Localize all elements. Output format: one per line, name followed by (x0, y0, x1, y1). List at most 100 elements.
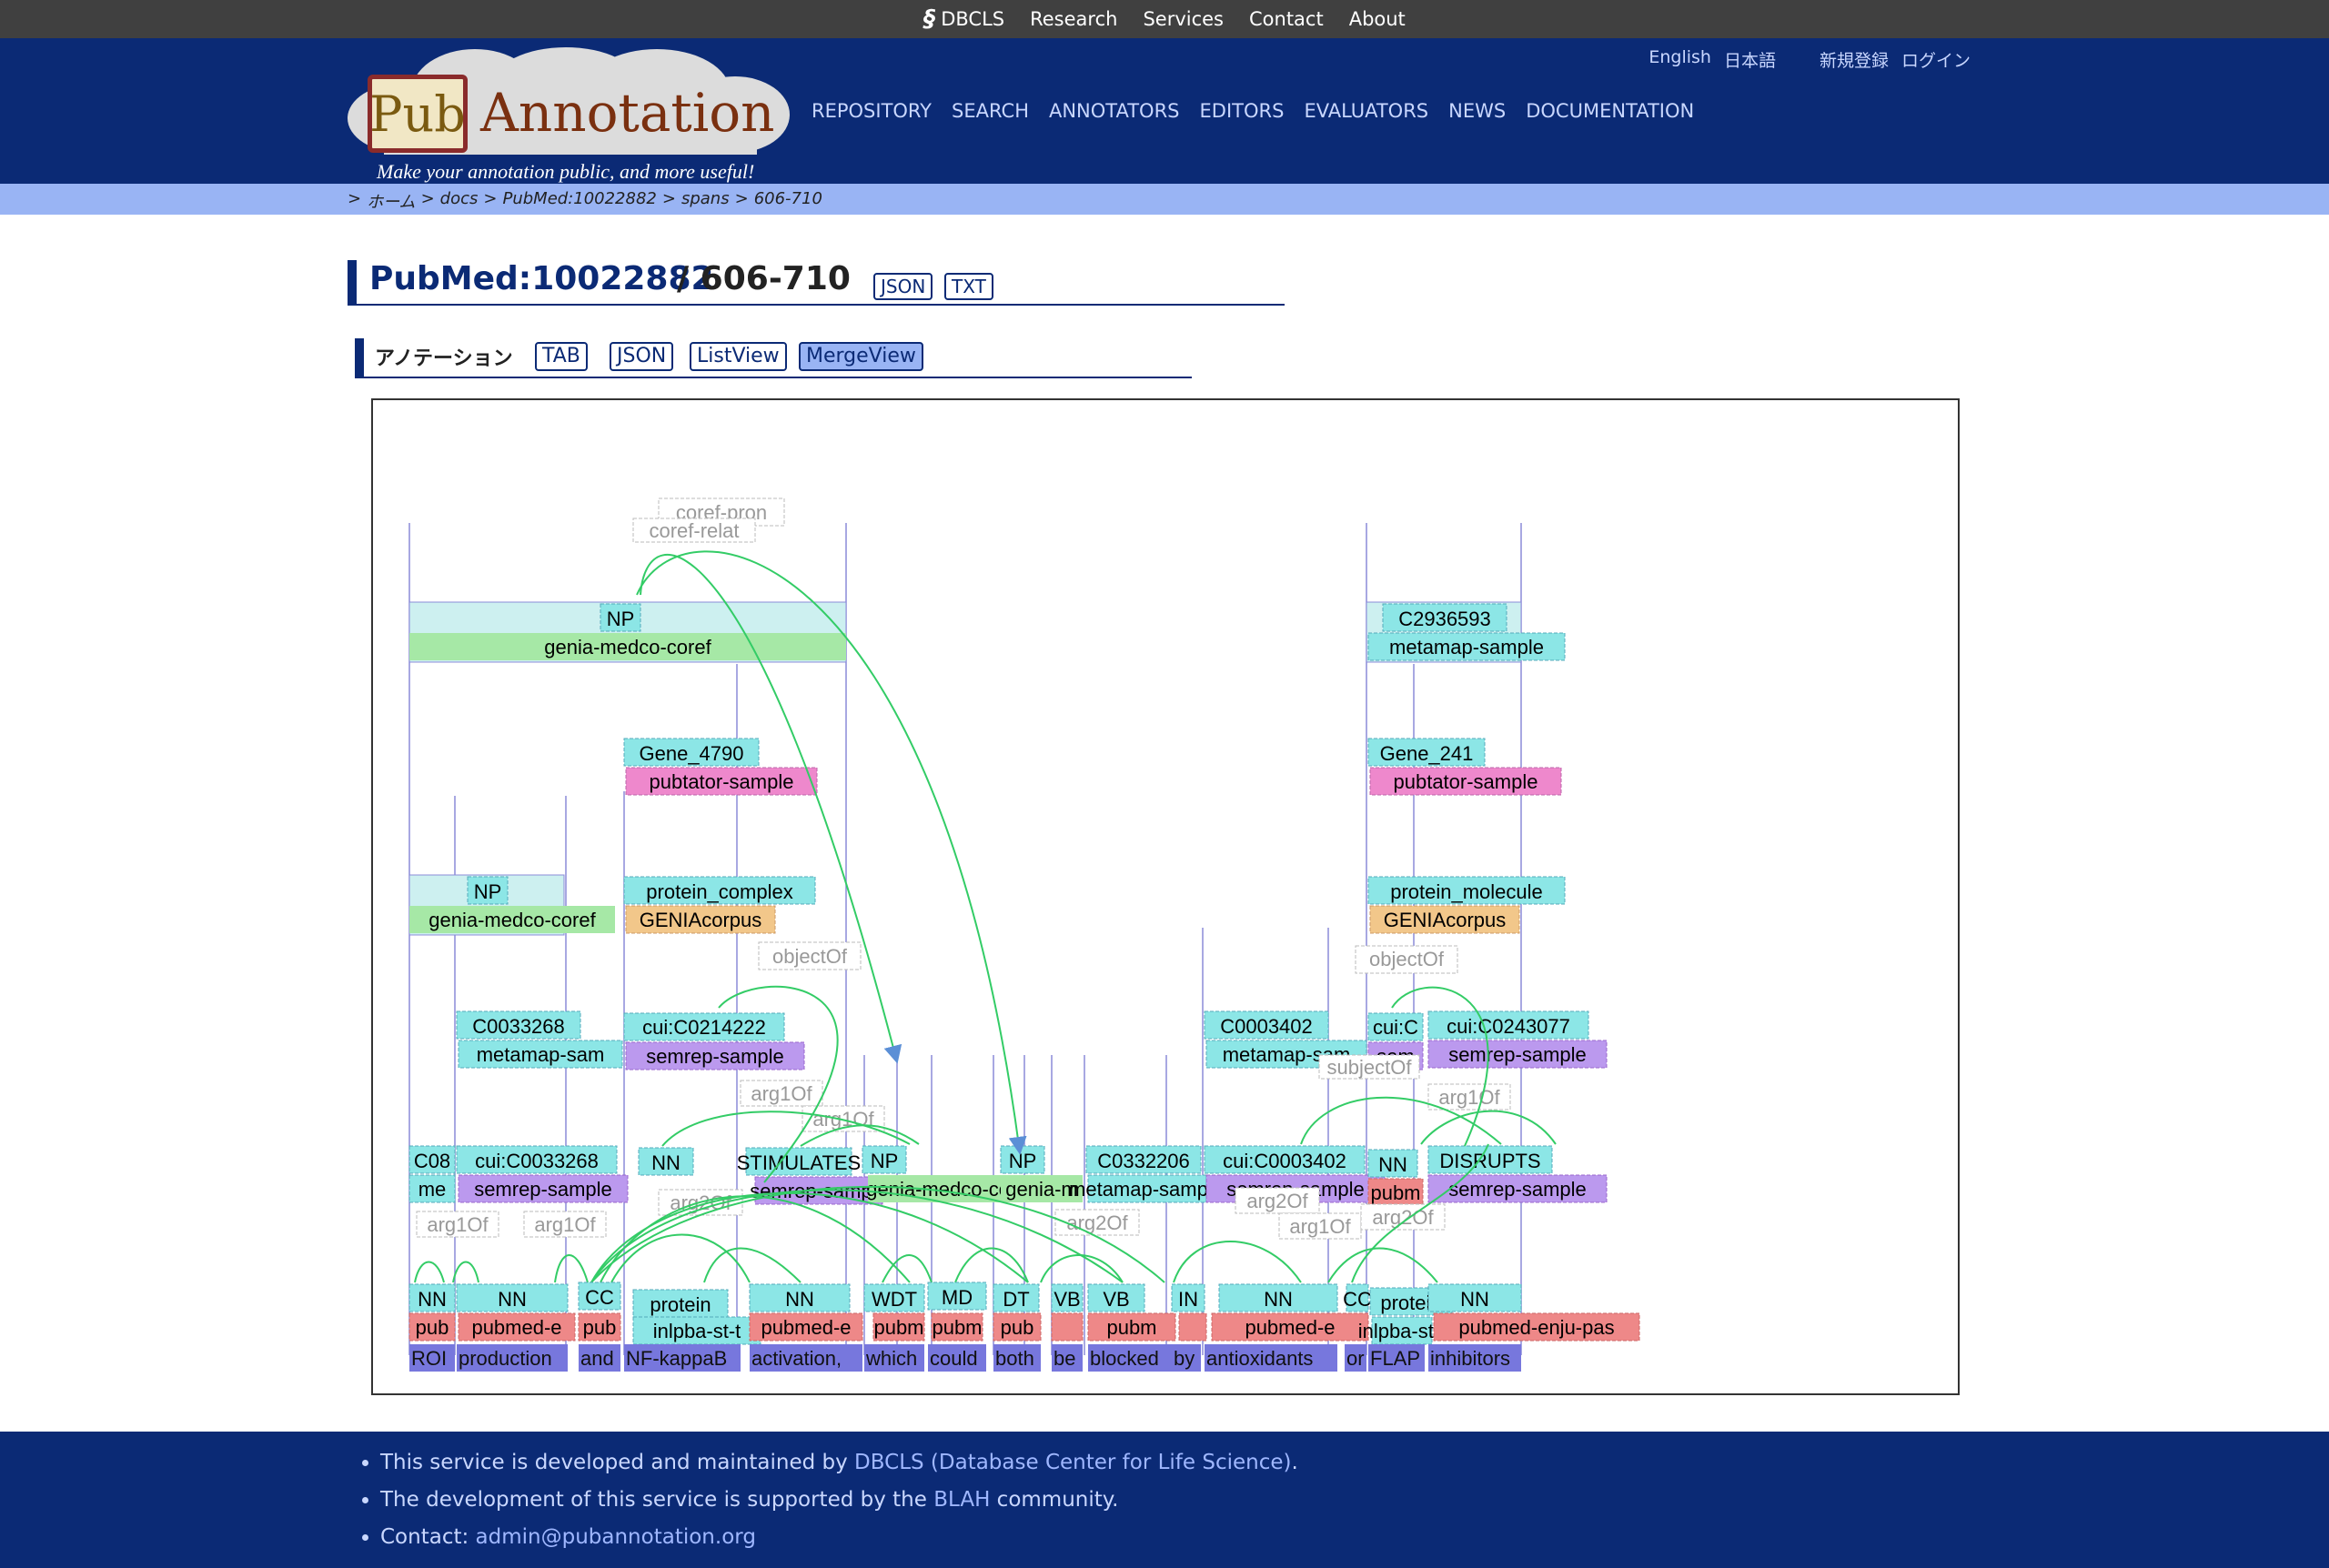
gene-241-label[interactable]: Gene_241 (1380, 742, 1474, 765)
breadcrumb-docs[interactable]: docs (440, 189, 479, 213)
signup-link[interactable]: 新規登録 (1820, 47, 1889, 72)
topbar-link-about[interactable]: About (1349, 8, 1406, 30)
c0033268-label[interactable]: C0033268 (472, 1015, 565, 1038)
lang-japanese[interactable]: 日本語 (1724, 47, 1776, 72)
objectof-label[interactable]: objectOf (772, 945, 848, 968)
cc-token-label[interactable]: CC (585, 1286, 614, 1309)
metamap-label-3[interactable]: metamap-sample (1069, 1178, 1224, 1201)
nav-annotators[interactable]: ANNOTATORS (1049, 100, 1180, 122)
nn-token-label[interactable]: NN (418, 1288, 447, 1311)
pubm-label[interactable]: pubm (873, 1316, 923, 1339)
tab-view-button[interactable]: TAB (535, 342, 588, 371)
pubmed-e-label[interactable]: pubmed-e (471, 1316, 561, 1339)
arg2of-label-r2[interactable]: arg2Of (1372, 1206, 1434, 1229)
protein-label[interactable]: protein (650, 1293, 711, 1316)
pubm-label-2[interactable]: pubm (932, 1316, 982, 1339)
vb-token-label[interactable]: VB (1103, 1288, 1129, 1311)
np-label-2[interactable]: NP (474, 880, 502, 903)
sentence-word[interactable]: which (865, 1347, 917, 1370)
nav-news[interactable]: NEWS (1448, 100, 1506, 122)
arg1of-label-l2[interactable]: arg1Of (534, 1213, 596, 1236)
contact-email-link[interactable]: admin@pubannotation.org (476, 1525, 756, 1549)
geniacorpus-label[interactable]: GENIAcorpus (640, 909, 762, 931)
pub-label[interactable]: pub (416, 1316, 449, 1339)
nn-label-right[interactable]: NN (1378, 1153, 1407, 1176)
genia-m-label[interactable]: genia-m (1005, 1178, 1077, 1201)
sentence-word[interactable]: FLAP (1370, 1347, 1420, 1370)
dt-token-label[interactable]: DT (1003, 1288, 1029, 1311)
mergeview-button[interactable]: MergeView (799, 342, 923, 371)
pubm-label-3[interactable]: pubm (1106, 1316, 1156, 1339)
sentence-word[interactable]: and (580, 1347, 614, 1370)
wdt-token-label[interactable]: WDT (872, 1288, 917, 1311)
genia-medco-coref-label-2[interactable]: genia-medco-coref (428, 909, 596, 931)
c0003402-label[interactable]: C0003402 (1220, 1015, 1313, 1038)
nav-repository[interactable]: REPOSITORY (812, 100, 932, 122)
breadcrumb-doc[interactable]: PubMed:10022882 (502, 189, 656, 213)
pub-label-2[interactable]: pub (583, 1316, 617, 1339)
sentence-word[interactable]: activation, (751, 1347, 842, 1370)
json-view-button[interactable]: JSON (610, 342, 674, 371)
listview-button[interactable]: ListView (690, 342, 787, 371)
pubtator-sample-label-2[interactable]: pubtator-sample (1394, 770, 1538, 793)
subjectof-label[interactable]: subjectOf (1327, 1056, 1413, 1079)
cui-c-label[interactable]: cui:C (1373, 1016, 1418, 1039)
metamap-sample-label[interactable]: metamap-sample (1389, 636, 1544, 658)
cui-c0033268-label[interactable]: cui:C0033268 (475, 1150, 599, 1172)
dbcls-footer-link[interactable]: DBCLS (Database Center for Life Science) (854, 1451, 1291, 1474)
metamap-sam-label[interactable]: metamap-sam (477, 1043, 605, 1066)
pub-label-3[interactable]: pub (1001, 1316, 1034, 1339)
c0332206-label[interactable]: C0332206 (1097, 1150, 1190, 1172)
sentence-word[interactable]: by (1174, 1347, 1195, 1370)
md-token-label[interactable]: MD (942, 1286, 973, 1309)
protein-complex-label[interactable]: protein_complex (646, 880, 792, 903)
nav-documentation[interactable]: DOCUMENTATION (1526, 100, 1694, 122)
nn-token-label[interactable]: NN (1460, 1288, 1489, 1311)
pubannotation-logo[interactable]: Pub Annotation Make your annotation publ… (348, 47, 790, 184)
semrep-sample-label-2[interactable]: semrep-sample (1448, 1043, 1587, 1066)
nav-editors[interactable]: EDITORS (1200, 100, 1285, 122)
sentence-word[interactable]: could (930, 1347, 978, 1370)
arg1of-label-r[interactable]: arg1Of (1438, 1086, 1500, 1109)
gene-4790-label[interactable]: Gene_4790 (640, 742, 744, 765)
me-label[interactable]: me (418, 1178, 447, 1201)
semrep-sample-label-6[interactable]: semrep-sample (1448, 1178, 1587, 1201)
sentence-word[interactable]: production (459, 1347, 552, 1370)
sentence-word[interactable]: antioxidants (1206, 1347, 1313, 1370)
np-label-4[interactable]: NP (1009, 1150, 1037, 1172)
sentence-word[interactable]: or (1346, 1347, 1365, 1370)
inlpba-label-2[interactable]: inlpba-st-t (1358, 1320, 1447, 1342)
topbar-link-contact[interactable]: Contact (1249, 8, 1324, 30)
cui-c0243077-label[interactable]: cui:C0243077 (1447, 1015, 1570, 1038)
pubm-label-r[interactable]: pubm (1370, 1181, 1420, 1204)
np-coref-label[interactable]: NP (607, 608, 635, 630)
txt-format-button[interactable]: TXT (944, 273, 993, 300)
stimulate-label[interactable]: STIMULATES (737, 1151, 862, 1174)
semrep-sample-label[interactable]: semrep-sample (646, 1045, 784, 1068)
c2936593-label[interactable]: C2936593 (1398, 608, 1491, 630)
protein-molecule-label[interactable]: protein_molecule (1390, 880, 1543, 903)
genia-medco-coref-label[interactable]: genia-medco-coref (544, 636, 711, 658)
nn-token-label[interactable]: NN (498, 1288, 527, 1311)
json-format-button[interactable]: JSON (873, 273, 933, 300)
objectof-label-2[interactable]: objectOf (1369, 948, 1445, 970)
nn-token-label[interactable]: NN (1264, 1288, 1293, 1311)
lang-english[interactable]: English (1648, 47, 1711, 72)
geniacorpus-label-2[interactable]: GENIAcorpus (1384, 909, 1507, 931)
nav-evaluators[interactable]: EVALUATORS (1304, 100, 1428, 122)
dbcls-link[interactable]: § DBCLS (923, 5, 1004, 33)
login-link[interactable]: ログイン (1901, 47, 1971, 72)
cui-c0214222-label[interactable]: cui:C0214222 (642, 1016, 766, 1039)
sentence-word[interactable]: NF-kappaB (626, 1347, 727, 1370)
arg1of-label-l1[interactable]: arg1Of (427, 1213, 489, 1236)
merge-view-canvas[interactable]: NP genia-medco-coref coref-pron coref-re… (371, 398, 1960, 1395)
sentence-word[interactable]: ROI (411, 1347, 447, 1370)
breadcrumb-spans[interactable]: spans (681, 189, 730, 213)
sentence-word[interactable]: both (995, 1347, 1034, 1370)
cc-token-label[interactable]: CC (1343, 1288, 1372, 1311)
nn-label-mid[interactable]: NN (651, 1151, 681, 1174)
pubmed-e-label-2[interactable]: pubmed-e (761, 1316, 851, 1339)
topbar-link-services[interactable]: Services (1143, 8, 1224, 30)
semrep-sample-label-3[interactable]: semrep-sample (474, 1178, 612, 1201)
blah-link[interactable]: BLAH (933, 1488, 990, 1512)
